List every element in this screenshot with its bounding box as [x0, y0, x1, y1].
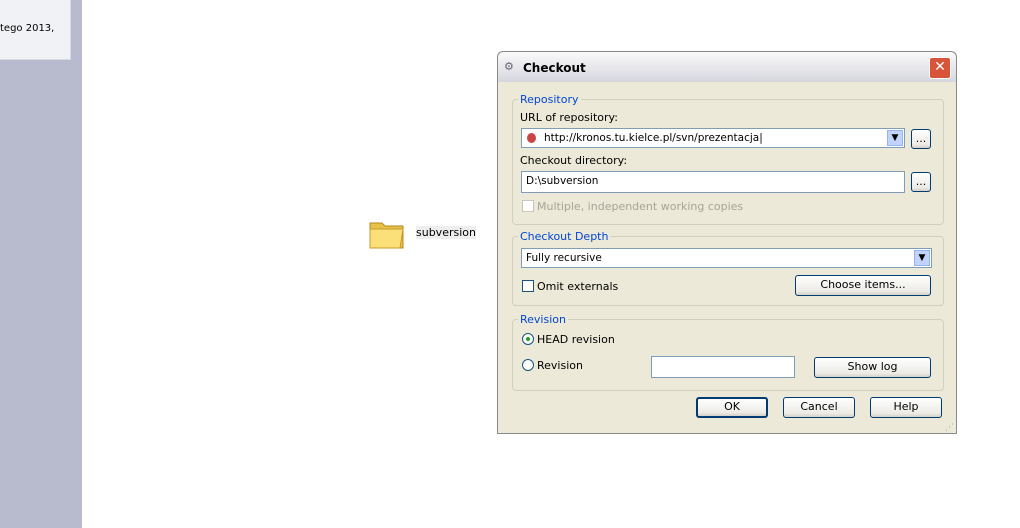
browse-url-button[interactable]: ...: [911, 129, 931, 149]
revision-group: Revision: [512, 313, 944, 391]
multiple-label: Multiple, independent working copies: [537, 200, 744, 213]
omit-externals-label: Omit externals: [537, 280, 619, 293]
depth-legend: Checkout Depth: [520, 230, 609, 243]
url-value: http://kronos.tu.kielce.pl/svn/prezentac…: [544, 132, 760, 144]
cancel-button[interactable]: Cancel: [783, 397, 855, 418]
note-text: tego 2013,: [0, 23, 55, 34]
depth-select[interactable]: Fully recursive ▼: [521, 248, 932, 268]
choose-items-button[interactable]: Choose items...: [795, 275, 931, 296]
chevron-down-icon[interactable]: ▼: [914, 250, 930, 266]
head-revision-label: HEAD revision: [537, 333, 615, 346]
revision-legend: Revision: [520, 313, 566, 326]
depth-value: Fully recursive: [526, 252, 602, 264]
folder-icon[interactable]: [368, 215, 406, 251]
omit-externals-checkbox[interactable]: [522, 280, 534, 292]
resize-grip-icon[interactable]: ⋰: [945, 423, 954, 433]
close-button[interactable]: ✕: [929, 57, 951, 79]
revision-radio[interactable]: [522, 359, 534, 371]
tortoisesvn-icon: ⚙: [504, 60, 514, 73]
revision-label: Revision: [537, 359, 583, 372]
repository-legend: Repository: [520, 93, 579, 106]
browse-dir-button[interactable]: ...: [911, 172, 931, 192]
dir-label: Checkout directory:: [520, 154, 628, 167]
head-revision-radio[interactable]: [522, 333, 534, 345]
ok-button[interactable]: OK: [696, 397, 768, 418]
title-bar[interactable]: ⚙ Checkout ✕: [498, 52, 956, 82]
repo-icon: [527, 133, 536, 143]
folder-label[interactable]: subversion: [416, 226, 476, 239]
chevron-down-icon[interactable]: ▼: [887, 130, 903, 146]
help-button[interactable]: Help: [870, 397, 942, 418]
show-log-button[interactable]: Show log: [814, 357, 931, 378]
dialog-title: Checkout: [523, 61, 586, 75]
checkout-directory-input[interactable]: D:\subversion: [521, 171, 905, 193]
multiple-checkbox[interactable]: [522, 200, 534, 212]
url-label: URL of repository:: [520, 111, 618, 124]
checkout-dialog: ⚙ Checkout ✕ Repository URL of repositor…: [497, 51, 957, 434]
url-combobox[interactable]: http://kronos.tu.kielce.pl/svn/prezentac…: [521, 128, 905, 148]
revision-input[interactable]: [651, 356, 795, 378]
background-sidebar: [0, 0, 82, 528]
background-note: tego 2013,: [0, 0, 71, 60]
